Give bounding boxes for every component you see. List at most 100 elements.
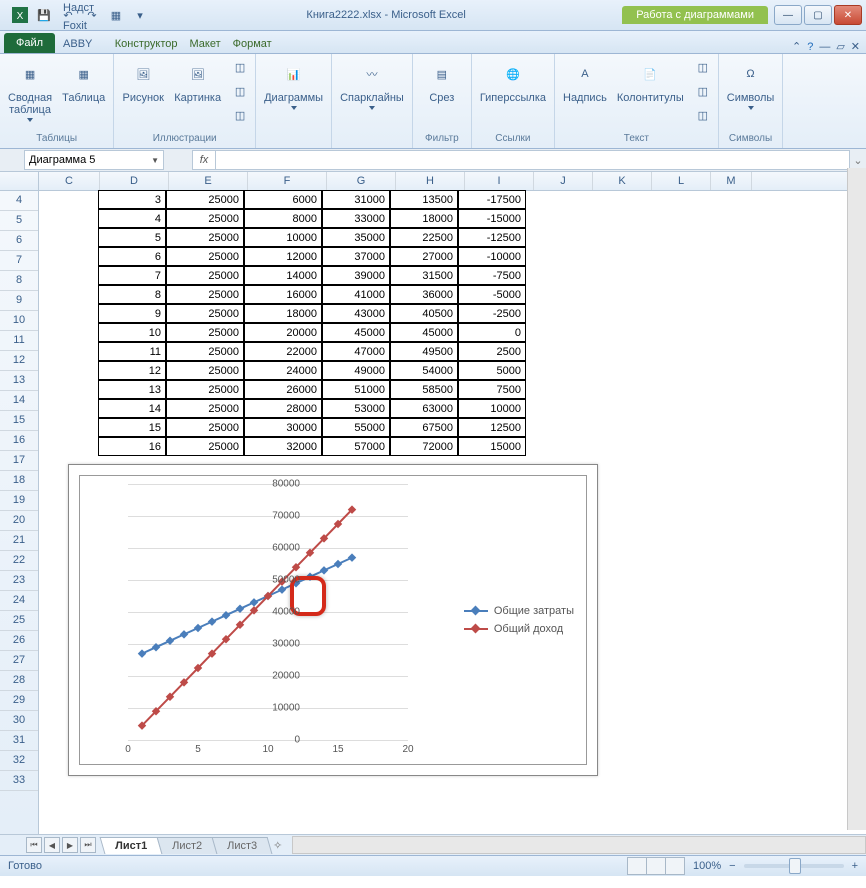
save-icon[interactable]: 💾 bbox=[34, 5, 54, 25]
row-header[interactable]: 15 bbox=[0, 411, 38, 431]
cell[interactable]: 35000 bbox=[322, 228, 390, 247]
name-box-dropdown-icon[interactable]: ▼ bbox=[151, 156, 159, 165]
column-header-C[interactable]: C bbox=[39, 172, 100, 190]
cell[interactable]: -2500 bbox=[458, 304, 526, 323]
row-header[interactable]: 20 bbox=[0, 511, 38, 531]
row-header[interactable]: 33 bbox=[0, 771, 38, 791]
cell[interactable]: 25000 bbox=[166, 304, 244, 323]
cell[interactable]: 25000 bbox=[166, 399, 244, 418]
cell[interactable]: 0 bbox=[458, 323, 526, 342]
pivot-button[interactable]: ▦Сводная таблица bbox=[4, 56, 56, 124]
smartart-icon[interactable]: ◫ bbox=[229, 80, 251, 102]
cell[interactable]: 47000 bbox=[322, 342, 390, 361]
sheet-tab-Лист3[interactable]: Лист3 bbox=[212, 837, 273, 854]
row-header[interactable]: 13 bbox=[0, 371, 38, 391]
cell[interactable]: 25000 bbox=[166, 323, 244, 342]
row-header[interactable]: 22 bbox=[0, 551, 38, 571]
chart-legend[interactable]: Общие затраты Общий доход bbox=[464, 599, 574, 641]
screenshot-icon[interactable]: ◫ bbox=[229, 104, 251, 126]
cell[interactable]: 11 bbox=[98, 342, 166, 361]
row-header[interactable]: 18 bbox=[0, 471, 38, 491]
cell[interactable]: 7500 bbox=[458, 380, 526, 399]
chart-data-marker[interactable] bbox=[320, 566, 328, 574]
cell[interactable]: 3 bbox=[98, 190, 166, 209]
column-header-G[interactable]: G bbox=[327, 172, 396, 190]
cell[interactable]: 27000 bbox=[390, 247, 458, 266]
cell[interactable]: 10 bbox=[98, 323, 166, 342]
embedded-chart[interactable]: Общие затраты Общий доход 01000020000300… bbox=[68, 464, 598, 776]
sheet-prev-icon[interactable]: ◀ bbox=[44, 837, 60, 853]
minimize-button[interactable]: — bbox=[774, 5, 802, 25]
cell[interactable]: 37000 bbox=[322, 247, 390, 266]
cell[interactable]: 40500 bbox=[390, 304, 458, 323]
cell[interactable]: 25000 bbox=[166, 380, 244, 399]
cell[interactable]: 14 bbox=[98, 399, 166, 418]
cell[interactable]: 9 bbox=[98, 304, 166, 323]
screenshot-icon[interactable]: ◫ bbox=[692, 104, 714, 126]
row-header[interactable]: 28 bbox=[0, 671, 38, 691]
sheet-last-icon[interactable]: ⏭ bbox=[80, 837, 96, 853]
cell[interactable]: -15000 bbox=[458, 209, 526, 228]
cell[interactable]: 13500 bbox=[390, 190, 458, 209]
cell[interactable]: 8 bbox=[98, 285, 166, 304]
cell[interactable]: 5000 bbox=[458, 361, 526, 380]
column-header-I[interactable]: I bbox=[465, 172, 534, 190]
cell[interactable]: 8000 bbox=[244, 209, 322, 228]
cell[interactable]: 63000 bbox=[390, 399, 458, 418]
cell[interactable]: 55000 bbox=[322, 418, 390, 437]
cell[interactable]: 67500 bbox=[390, 418, 458, 437]
cell[interactable]: 22000 bbox=[244, 342, 322, 361]
cell[interactable]: 10000 bbox=[458, 399, 526, 418]
cell[interactable]: 20000 bbox=[244, 323, 322, 342]
row-header[interactable]: 17 bbox=[0, 451, 38, 471]
textbox-button[interactable]: AНадпись bbox=[559, 56, 611, 106]
chart-data-marker[interactable] bbox=[278, 585, 286, 593]
row-header[interactable]: 6 bbox=[0, 231, 38, 251]
row-header[interactable]: 32 bbox=[0, 751, 38, 771]
zoom-slider[interactable] bbox=[744, 864, 844, 868]
file-tab[interactable]: Файл bbox=[4, 33, 55, 53]
cell[interactable]: 25000 bbox=[166, 437, 244, 456]
column-header-F[interactable]: F bbox=[248, 172, 327, 190]
cell[interactable]: 43000 bbox=[322, 304, 390, 323]
row-header[interactable]: 4 bbox=[0, 191, 38, 211]
row-header[interactable]: 11 bbox=[0, 331, 38, 351]
cell[interactable]: 25000 bbox=[166, 228, 244, 247]
doc-restore-icon[interactable]: ▱ bbox=[836, 40, 844, 53]
formula-input[interactable] bbox=[216, 150, 850, 170]
chart-data-marker[interactable] bbox=[334, 560, 342, 568]
cell[interactable]: -17500 bbox=[458, 190, 526, 209]
cell[interactable]: 6000 bbox=[244, 190, 322, 209]
cell[interactable]: -12500 bbox=[458, 228, 526, 247]
cell[interactable]: 10000 bbox=[244, 228, 322, 247]
column-header-J[interactable]: J bbox=[534, 172, 593, 190]
row-header[interactable]: 31 bbox=[0, 731, 38, 751]
column-header-M[interactable]: M bbox=[711, 172, 752, 190]
chart-tab-макет[interactable]: Макет bbox=[183, 35, 226, 53]
cell[interactable]: 6 bbox=[98, 247, 166, 266]
cell[interactable]: 31500 bbox=[390, 266, 458, 285]
cell[interactable]: 24000 bbox=[244, 361, 322, 380]
row-header[interactable]: 21 bbox=[0, 531, 38, 551]
chart-tab-формат[interactable]: Формат bbox=[227, 35, 278, 53]
column-header-E[interactable]: E bbox=[169, 172, 248, 190]
table-button[interactable]: ▦Таблица bbox=[58, 56, 109, 106]
close-button[interactable]: ✕ bbox=[834, 5, 862, 25]
vertical-scrollbar[interactable] bbox=[847, 168, 866, 830]
chart-data-marker[interactable] bbox=[194, 624, 202, 632]
column-header-L[interactable]: L bbox=[652, 172, 711, 190]
cell[interactable]: 41000 bbox=[322, 285, 390, 304]
minimize-ribbon-icon[interactable]: ⌃ bbox=[792, 40, 801, 53]
formula-expand-icon[interactable]: ⌄ bbox=[850, 154, 866, 167]
shapes-icon[interactable]: ◫ bbox=[229, 56, 251, 78]
smartart-icon[interactable]: ◫ bbox=[692, 80, 714, 102]
cell[interactable]: 25000 bbox=[166, 285, 244, 304]
cell[interactable]: 30000 bbox=[244, 418, 322, 437]
row-header[interactable]: 14 bbox=[0, 391, 38, 411]
chart-data-marker[interactable] bbox=[236, 605, 244, 613]
cell[interactable]: 25000 bbox=[166, 266, 244, 285]
page-break-view-icon[interactable] bbox=[665, 857, 685, 875]
cell[interactable]: 51000 bbox=[322, 380, 390, 399]
maximize-button[interactable]: ▢ bbox=[804, 5, 832, 25]
cell[interactable]: 25000 bbox=[166, 247, 244, 266]
